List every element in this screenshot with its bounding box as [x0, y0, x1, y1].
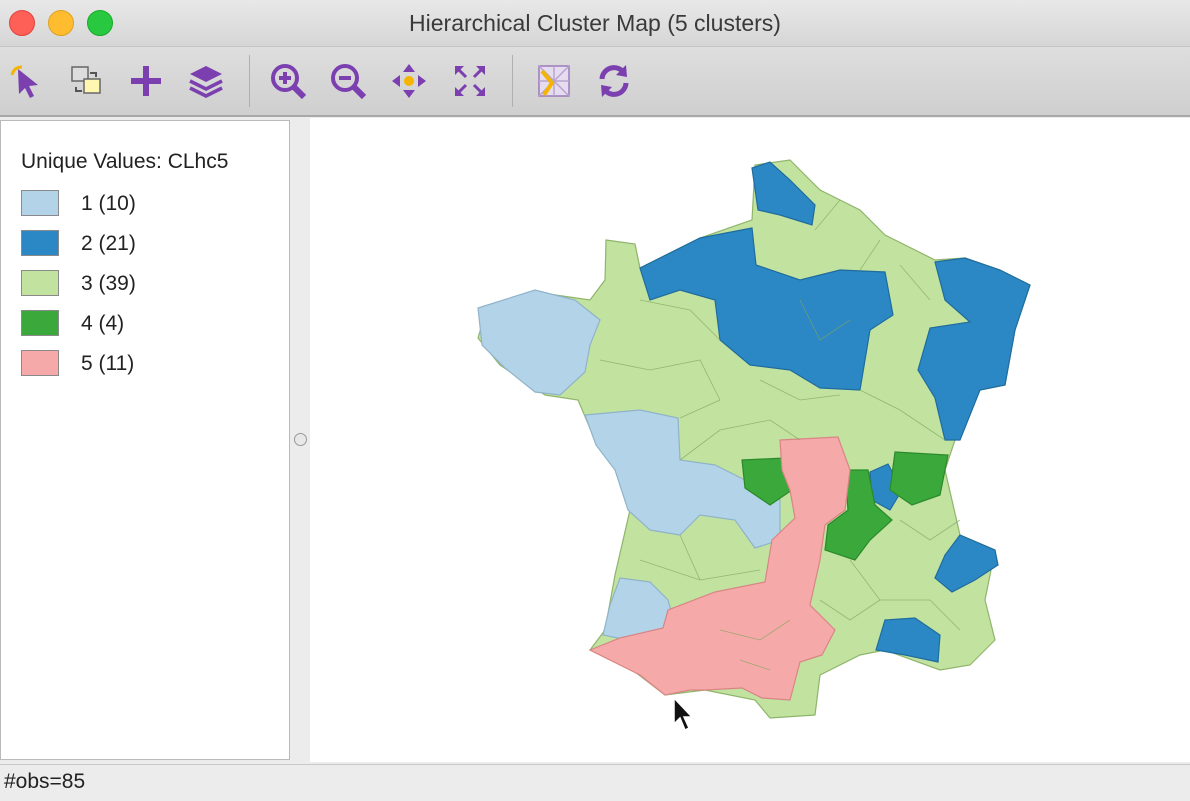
splitter-handle[interactable] [294, 433, 307, 446]
map-swap-icon [71, 66, 101, 94]
legend-label: 3 (39) [81, 272, 136, 295]
legend-swatch [21, 270, 59, 296]
legend-label: 2 (21) [81, 232, 136, 255]
zoom-out-button[interactable] [326, 59, 370, 103]
basemap-button[interactable] [532, 59, 576, 103]
legend-swatch [21, 350, 59, 376]
window-titlebar: Hierarchical Cluster Map (5 clusters) [0, 0, 1190, 47]
basemap-icon [538, 65, 570, 97]
select-arrow-icon [10, 65, 38, 98]
legend-title: Unique Values: CLhc5 [21, 150, 229, 173]
pan-icon [392, 64, 426, 98]
refresh-button[interactable] [592, 59, 636, 103]
zoom-in-icon [271, 64, 307, 100]
layers-icon [189, 66, 223, 98]
fit-extent-button[interactable] [448, 59, 492, 103]
plus-icon [131, 66, 161, 96]
zoom-out-icon [331, 64, 367, 100]
mouse-cursor-icon [673, 696, 694, 732]
map-canvas[interactable] [310, 118, 1190, 762]
select-tool-button[interactable] [6, 59, 50, 103]
window-title: Hierarchical Cluster Map (5 clusters) [409, 10, 781, 36]
observation-count: #obs=85 [4, 770, 86, 793]
fit-extent-icon [455, 66, 485, 96]
status-bar: #obs=85 [0, 764, 1190, 801]
france-cluster-map [477, 159, 1031, 719]
legend-label: 1 (10) [81, 192, 136, 215]
legend-swatch [21, 230, 59, 256]
refresh-icon [599, 65, 629, 97]
map-toolbar [0, 47, 1190, 117]
legend-label: 5 (11) [81, 352, 135, 375]
add-button[interactable] [124, 59, 168, 103]
layers-button[interactable] [184, 59, 228, 103]
pan-button[interactable] [387, 59, 431, 103]
legend-panel: Unique Values: CLhc5 1 (10) 2 (21) 3 (39… [0, 120, 290, 760]
toolbar-separator [249, 55, 250, 107]
legend-label: 4 (4) [81, 312, 125, 335]
map-swap-button[interactable] [64, 59, 108, 103]
legend-swatch [21, 190, 59, 216]
toolbar-separator [512, 55, 513, 107]
legend-swatch [21, 310, 59, 336]
zoom-in-button[interactable] [266, 59, 310, 103]
